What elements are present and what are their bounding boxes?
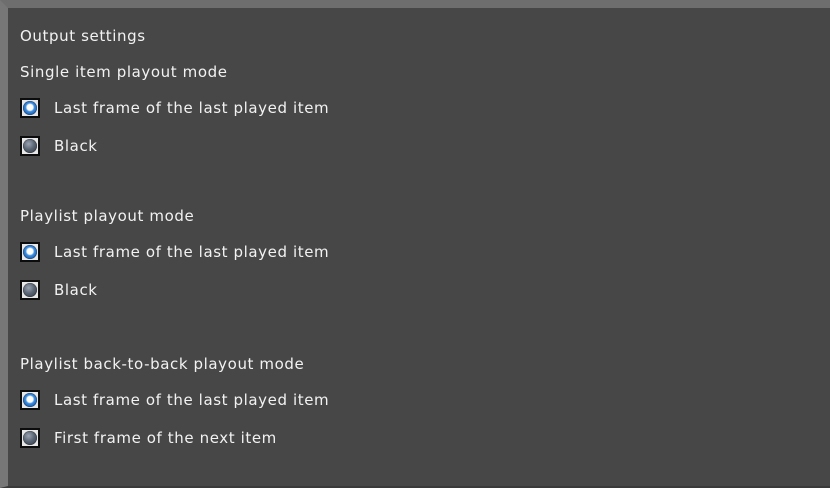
radio-button[interactable] xyxy=(20,390,40,410)
option-label[interactable]: Last frame of the last played item xyxy=(54,390,329,410)
single-item-option-black[interactable]: Black xyxy=(20,136,820,156)
group-label: Playlist back-to-back playout mode xyxy=(20,355,305,373)
option-label[interactable]: Last frame of the last played item xyxy=(54,242,329,262)
playlist-option-black[interactable]: Black xyxy=(20,280,820,300)
radio-button[interactable] xyxy=(20,136,40,156)
single-item-option-last-frame[interactable]: Last frame of the last played item xyxy=(20,98,820,118)
single-item-playout-mode-group: Single item playout mode Last frame of t… xyxy=(20,62,820,156)
radio-button[interactable] xyxy=(20,98,40,118)
back-to-back-option-last-frame[interactable]: Last frame of the last played item xyxy=(20,390,820,410)
option-label[interactable]: First frame of the next item xyxy=(54,428,277,448)
radio-indicator-icon xyxy=(23,139,37,153)
radio-indicator-icon xyxy=(23,101,37,115)
radio-indicator-icon xyxy=(23,431,37,445)
output-settings-panel: Output settings Single item playout mode… xyxy=(0,0,830,488)
panel-title: Output settings xyxy=(20,27,146,45)
playlist-playout-mode-group: Playlist playout mode Last frame of the … xyxy=(20,206,820,300)
option-label[interactable]: Black xyxy=(54,280,98,300)
radio-button[interactable] xyxy=(20,242,40,262)
group-label: Playlist playout mode xyxy=(20,207,195,225)
group-label: Single item playout mode xyxy=(20,63,228,81)
radio-indicator-icon xyxy=(23,393,37,407)
option-label[interactable]: Black xyxy=(54,136,98,156)
option-label[interactable]: Last frame of the last played item xyxy=(54,98,329,118)
radio-button[interactable] xyxy=(20,428,40,448)
back-to-back-option-first-frame-next[interactable]: First frame of the next item xyxy=(20,428,820,448)
radio-button[interactable] xyxy=(20,280,40,300)
radio-indicator-icon xyxy=(23,283,37,297)
playlist-option-last-frame[interactable]: Last frame of the last played item xyxy=(20,242,820,262)
radio-indicator-icon xyxy=(23,245,37,259)
playlist-back-to-back-playout-mode-group: Playlist back-to-back playout mode Last … xyxy=(20,354,820,448)
